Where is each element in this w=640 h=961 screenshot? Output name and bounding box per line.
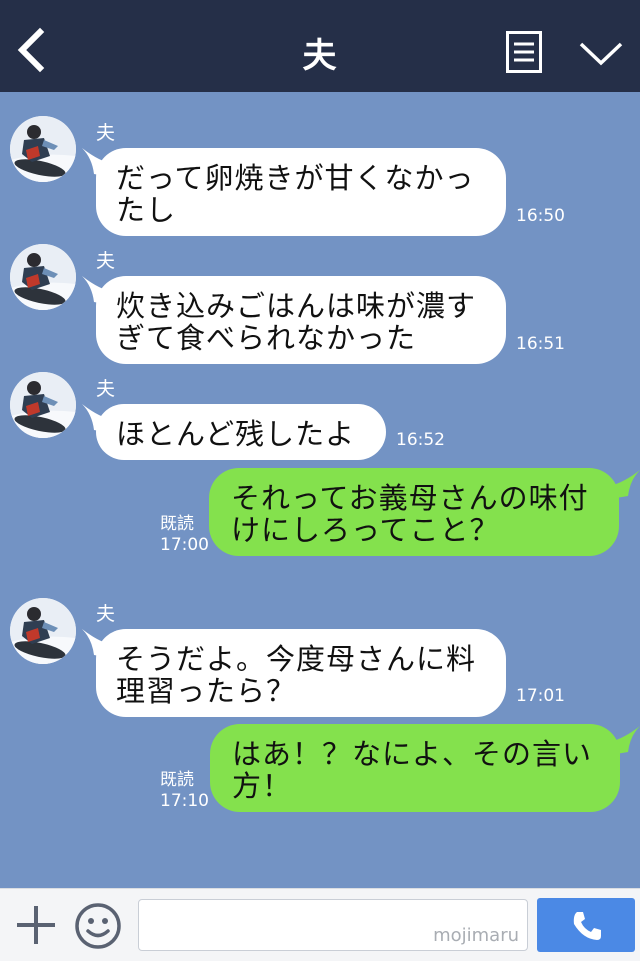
message-line: それってお義母さんの味付 <box>231 481 589 515</box>
message-line: ほとんど残したよ <box>116 417 356 451</box>
avatar[interactable] <box>10 116 76 182</box>
my-message-bubble[interactable]: それってお義母さんの味付 けにしろってこと？ <box>209 468 619 556</box>
avatar[interactable] <box>10 598 76 664</box>
avatar[interactable] <box>10 244 76 310</box>
message-line: 方！ <box>232 769 293 803</box>
avatar[interactable] <box>10 372 76 438</box>
sender-name: 夫 <box>96 378 116 400</box>
message-time: 16:52 <box>396 430 445 450</box>
read-receipt: 既読 17:10 <box>160 770 209 812</box>
message-line: 炊き込みごはんは味が濃す <box>116 289 477 323</box>
message-line: けにしろってこと？ <box>231 513 500 547</box>
message-bubble[interactable]: だって卵焼きが甘くなかっ たし <box>96 148 506 236</box>
sender-name: 夫 <box>96 122 116 144</box>
chat-header: 夫 <box>0 0 640 92</box>
plus-icon[interactable] <box>14 903 58 947</box>
input-bar: mojimaru <box>0 888 640 961</box>
call-button[interactable] <box>537 898 635 952</box>
message-time: 17:00 <box>160 535 209 555</box>
read-receipt: 既読 17:00 <box>160 514 209 556</box>
message-line: だって卵焼きが甘くなかっ <box>116 161 475 195</box>
message-line: はあ！？なによ、その言い <box>232 737 593 771</box>
message-line: そうだよ。今度母さんに料 <box>116 642 477 676</box>
chevron-down-icon[interactable] <box>578 38 624 68</box>
message-bubble[interactable]: そうだよ。今度母さんに料 理習ったら？ <box>96 629 506 717</box>
message-input[interactable]: mojimaru <box>138 899 528 951</box>
read-label: 既読 <box>160 770 194 790</box>
phone-icon <box>573 912 601 940</box>
sender-name: 夫 <box>96 250 116 272</box>
message-bubble[interactable]: ほとんど残したよ <box>96 404 386 460</box>
my-message-bubble[interactable]: はあ！？なによ、その言い 方！ <box>210 724 620 812</box>
watermark-text: mojimaru <box>433 925 519 946</box>
message-time: 17:10 <box>160 791 209 811</box>
message-list[interactable]: 夫 だって卵焼きが甘くなかっ たし 16:50 夫 炊き込みごはんは味が濃す ぎ… <box>0 92 640 888</box>
list-menu-icon[interactable] <box>506 31 542 73</box>
message-line: ぎて食べられなかった <box>116 321 417 355</box>
message-line: 理習ったら？ <box>116 674 297 708</box>
chat-title: 夫 <box>302 36 338 76</box>
read-label: 既読 <box>160 514 194 534</box>
sender-name: 夫 <box>96 603 116 625</box>
message-time: 16:50 <box>516 206 565 226</box>
message-bubble[interactable]: 炊き込みごはんは味が濃す ぎて食べられなかった <box>96 276 506 364</box>
message-time: 16:51 <box>516 334 565 354</box>
message-line: たし <box>116 193 177 227</box>
message-time: 17:01 <box>516 686 565 706</box>
smiley-icon[interactable] <box>74 902 122 950</box>
